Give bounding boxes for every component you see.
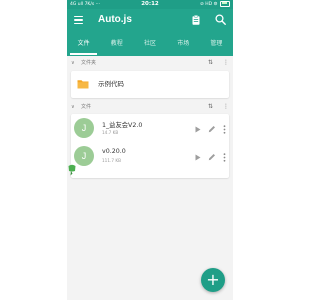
edit-icon[interactable] xyxy=(208,125,216,133)
status-right: ⊘ HD ⚙ xyxy=(200,0,230,9)
edit-icon[interactable] xyxy=(208,153,216,161)
folders-section-header[interactable]: ∨ 文件夹 ⇅ ⋮ xyxy=(67,57,233,69)
folder-icon xyxy=(77,80,89,89)
file-size: 14.7 KB xyxy=(102,130,119,135)
chevron-down-icon[interactable]: ∨ xyxy=(71,101,75,113)
file-size: 111.7 KB xyxy=(102,158,121,163)
play-icon[interactable] xyxy=(195,126,201,133)
clipboard-icon[interactable] xyxy=(192,15,200,25)
more-vert-icon[interactable]: ⋮ xyxy=(223,57,229,69)
app-title: Auto.js xyxy=(98,14,132,25)
app-screen: 4G ull 7K/s ··· 20:12 ⊘ HD ⚙ Auto.js 文件 … xyxy=(67,0,233,300)
file-avatar: J xyxy=(74,118,94,138)
menu-icon[interactable] xyxy=(74,16,83,24)
file-row[interactable]: J v0.20.0 111.7 KB xyxy=(71,142,229,174)
files-section-label: 文件 xyxy=(81,104,92,110)
battery-icon xyxy=(220,0,230,7)
files-section-header[interactable]: ∨ 文件 ⇅ ⋮ xyxy=(67,101,233,113)
sort-icon[interactable]: ⇅ xyxy=(208,101,213,113)
tab-community[interactable]: 社区 xyxy=(133,32,166,56)
play-icon[interactable] xyxy=(195,154,201,161)
file-avatar: J xyxy=(74,146,94,166)
add-fab-button[interactable]: + xyxy=(201,268,225,292)
sort-icon[interactable]: ⇅ xyxy=(208,57,213,69)
folder-name: 示例代码 xyxy=(98,80,124,88)
tab-manage[interactable]: 管理 xyxy=(200,32,233,56)
toolbar: Auto.js xyxy=(67,9,233,32)
drag-handle-icon[interactable] xyxy=(68,164,76,176)
more-vert-icon[interactable] xyxy=(223,153,226,162)
more-vert-icon[interactable] xyxy=(223,125,226,134)
folder-item[interactable]: 示例代码 xyxy=(71,71,229,98)
status-bar: 4G ull 7K/s ··· 20:12 ⊘ HD ⚙ xyxy=(67,0,233,9)
files-card: J 1_益友会V2.0 14.7 KB J v0.20.0 111.7 KB xyxy=(71,114,229,178)
tab-tutorial[interactable]: 教程 xyxy=(100,32,133,56)
search-icon[interactable] xyxy=(215,14,226,25)
tab-market[interactable]: 市场 xyxy=(167,32,200,56)
tab-bar: 文件 教程 社区 市场 管理 xyxy=(67,32,233,56)
chevron-down-icon[interactable]: ∨ xyxy=(71,57,75,69)
file-name: v0.20.0 xyxy=(102,148,126,155)
more-vert-icon[interactable]: ⋮ xyxy=(223,101,229,113)
tab-files[interactable]: 文件 xyxy=(67,32,100,56)
file-name: 1_益友会V2.0 xyxy=(102,122,143,129)
status-icons: ⊘ HD ⚙ xyxy=(200,2,218,7)
folders-section-label: 文件夹 xyxy=(81,60,97,66)
